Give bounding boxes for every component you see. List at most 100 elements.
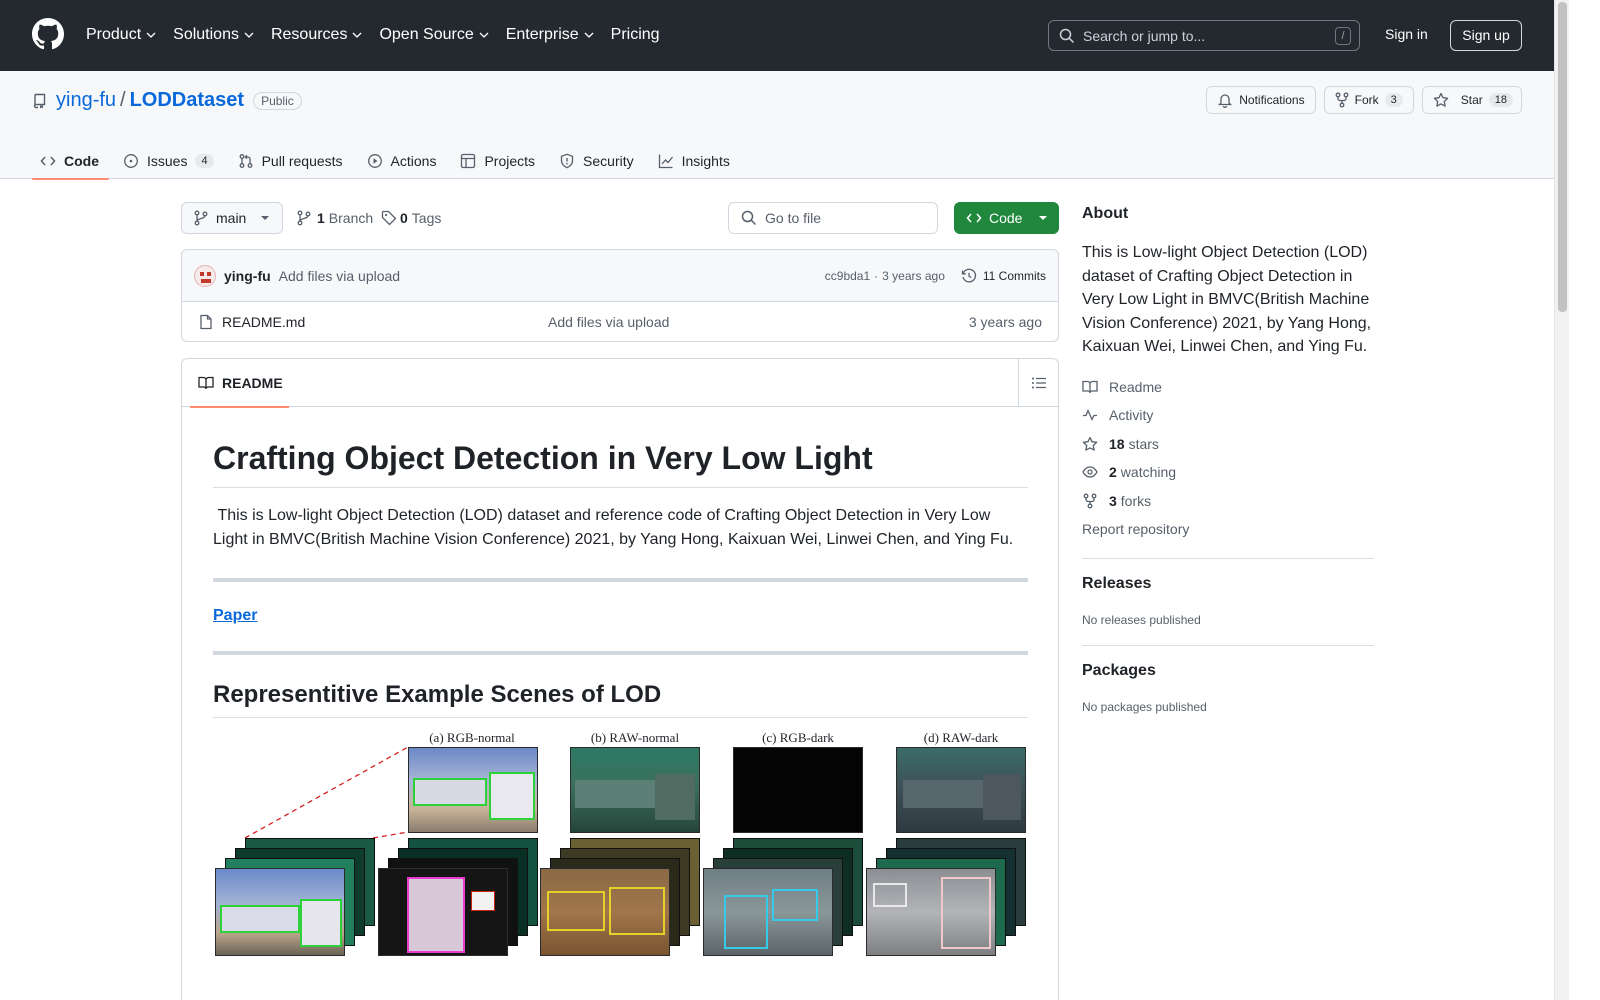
file-commit-message-link[interactable]: Add files via upload xyxy=(548,314,669,330)
nav-open-source[interactable]: Open Source xyxy=(379,23,489,47)
commits-history-link[interactable]: 11 Commits xyxy=(961,268,1046,284)
paper-link[interactable]: Paper xyxy=(213,607,1028,625)
commit-age: 3 years ago xyxy=(882,268,945,283)
issue-icon xyxy=(124,153,138,168)
avatar[interactable] xyxy=(194,264,216,287)
scrollbar-thumb[interactable] xyxy=(1558,2,1567,312)
book-icon xyxy=(198,376,214,390)
tab-label: Projects xyxy=(484,152,536,169)
forks-link[interactable]: 3 forks xyxy=(1082,487,1374,516)
repo-name-link[interactable]: LODDataset xyxy=(130,89,244,112)
sign-in-link[interactable]: Sign in xyxy=(1385,26,1428,42)
play-icon xyxy=(367,153,382,168)
pulse-icon xyxy=(1083,409,1097,422)
file-age: 3 years ago xyxy=(968,314,1042,330)
fork-button[interactable]: Fork 3 xyxy=(1323,86,1414,114)
table-icon xyxy=(461,153,476,168)
fork-icon xyxy=(1335,92,1349,108)
activity-link-label: Activity xyxy=(1109,407,1154,424)
branch-count: 1 xyxy=(317,210,325,226)
activity-link[interactable]: Activity xyxy=(1082,401,1374,430)
nav-solutions[interactable]: Solutions xyxy=(173,23,254,47)
tab-label: Issues xyxy=(147,152,188,169)
tab-label: Actions xyxy=(390,152,437,169)
notifications-label: Notifications xyxy=(1239,93,1305,107)
outline-button[interactable] xyxy=(1018,359,1058,407)
nav-label: Solutions xyxy=(173,26,239,43)
about-links: Readme Activity 18 stars 2 watching 3 fo… xyxy=(1082,373,1374,544)
page-scrollbar[interactable] xyxy=(1554,0,1569,1000)
packages-empty-text: No packages published xyxy=(1082,699,1207,714)
tab-pull-requests[interactable]: Pull requests xyxy=(230,142,353,179)
file-name-link[interactable]: README.md xyxy=(222,314,305,330)
tag-count: 0 xyxy=(400,210,408,226)
commit-dot-separator: · xyxy=(874,268,879,283)
code-dropdown-button[interactable]: Code xyxy=(954,202,1059,234)
nav-enterprise[interactable]: Enterprise xyxy=(506,23,594,47)
tab-security[interactable]: Security xyxy=(551,142,644,179)
packages-heading[interactable]: Packages xyxy=(1082,662,1374,680)
search-input[interactable]: Search or jump to... / xyxy=(1048,20,1360,51)
notifications-button[interactable]: Notifications xyxy=(1206,86,1316,114)
releases-empty-text: No releases published xyxy=(1082,612,1201,627)
caret-down-icon xyxy=(1039,216,1048,220)
tab-projects[interactable]: Projects xyxy=(452,142,545,179)
commit-message-link[interactable]: Add files via upload xyxy=(279,268,400,284)
readme-title: Crafting Object Detection in Very Low Li… xyxy=(213,439,1028,489)
report-repository-label: Report repository xyxy=(1082,521,1190,538)
branch-name: main xyxy=(216,210,247,226)
tab-label: Code xyxy=(64,152,99,169)
issues-count: 4 xyxy=(195,153,214,168)
fork-icon xyxy=(1083,493,1097,509)
visibility-badge: Public xyxy=(253,91,302,110)
readme-tab[interactable]: README xyxy=(190,359,289,408)
nav-resources[interactable]: Resources xyxy=(271,23,362,47)
watching-label: watching xyxy=(1120,464,1177,481)
scene-rgb-dark-image xyxy=(733,747,863,833)
commit-meta: cc9bda1 · 3 years ago 11 Commits xyxy=(825,268,1046,284)
tab-insights[interactable]: Insights xyxy=(650,142,740,179)
forks-count: 3 xyxy=(1109,492,1117,509)
branch-select-button[interactable]: main xyxy=(181,202,283,234)
tab-actions[interactable]: Actions xyxy=(359,142,447,179)
shield-icon xyxy=(560,153,574,168)
stars-link[interactable]: 18 stars xyxy=(1082,430,1374,459)
nav-pricing[interactable]: Pricing xyxy=(611,23,660,47)
commit-author-link[interactable]: ying-fu xyxy=(224,268,271,284)
star-button[interactable]: Star 18 xyxy=(1421,86,1522,114)
nav-label: Enterprise xyxy=(505,26,579,43)
report-repository-link[interactable]: Report repository xyxy=(1082,515,1374,544)
file-row[interactable]: README.md Add files via upload 3 years a… xyxy=(182,302,1058,341)
bell-icon xyxy=(1218,94,1233,108)
search-icon xyxy=(741,210,757,226)
go-to-file-input[interactable]: Go to file xyxy=(728,202,938,234)
commit-hash-link[interactable]: cc9bda1 xyxy=(825,269,870,283)
branch-bar: main 1 Branch 0 Tags Go to file Code xyxy=(181,202,1059,234)
releases-heading[interactable]: Releases xyxy=(1082,575,1374,593)
repo-owner-link[interactable]: ying-fu xyxy=(56,89,116,112)
divider xyxy=(213,578,1028,583)
repo-path-separator: / xyxy=(120,89,126,111)
repo-actions: Notifications Fork 3 Star 18 xyxy=(1206,86,1522,114)
tab-code[interactable]: Code xyxy=(32,142,109,180)
global-header: Product Solutions Resources Open Source … xyxy=(0,0,1554,71)
tab-label: Security xyxy=(583,152,634,169)
fork-count: 3 xyxy=(1384,93,1403,107)
chevron-down-icon xyxy=(584,32,594,38)
tags-link[interactable]: 0 Tags xyxy=(381,210,441,226)
commits-count-label: 11 Commits xyxy=(982,268,1046,283)
repo-title: ying-fu / LODDataset Public xyxy=(32,89,302,112)
readme-link[interactable]: Readme xyxy=(1082,373,1374,402)
repo-tabs: Code Issues 4 Pull requests Actions Proj… xyxy=(32,142,746,180)
chevron-down-icon xyxy=(352,32,362,38)
github-logo-icon[interactable] xyxy=(32,18,64,50)
sign-up-button[interactable]: Sign up xyxy=(1450,20,1522,51)
nav-product[interactable]: Product xyxy=(86,23,156,47)
nav-label: Open Source xyxy=(379,26,474,43)
scene-motorcycles-image xyxy=(866,868,996,956)
tab-issues[interactable]: Issues 4 xyxy=(115,142,224,179)
scene-rgb-normal-image xyxy=(408,747,538,833)
watching-link[interactable]: 2 watching xyxy=(1082,458,1374,487)
chevron-down-icon xyxy=(244,32,254,38)
branches-link[interactable]: 1 Branch xyxy=(297,210,373,226)
